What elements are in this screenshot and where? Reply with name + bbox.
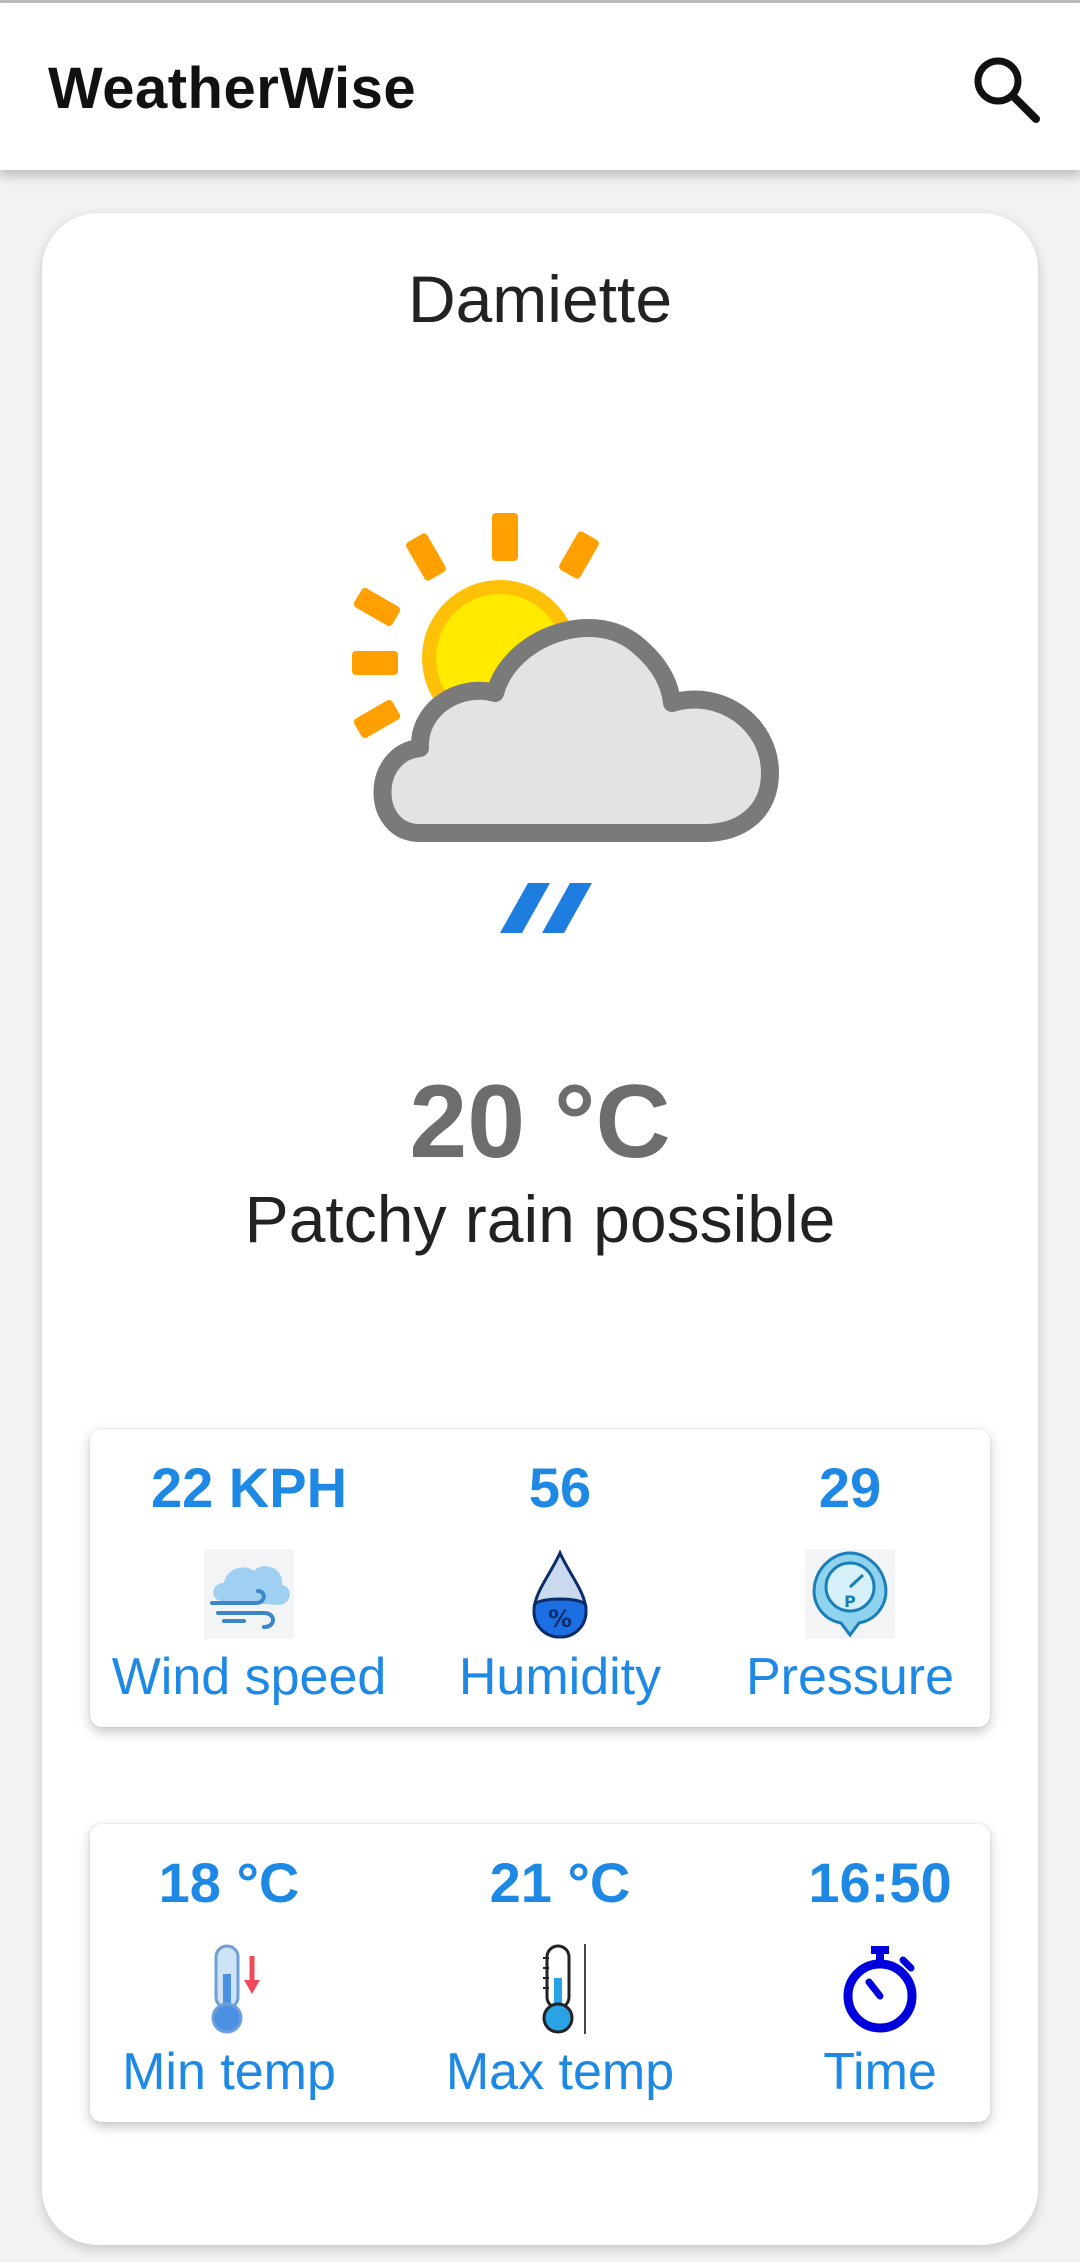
search-button[interactable] [968, 51, 1044, 127]
wind-speed-value: 22 KPH [150, 1456, 348, 1519]
humidity-value: 56 [528, 1456, 592, 1519]
max-temp-value: 21 °C [489, 1851, 631, 1914]
current-temperature: 20 °C [409, 1064, 671, 1180]
min-temp-value: 18 °C [158, 1851, 300, 1914]
sun-cloud-rain-icon [300, 493, 820, 953]
stats-row-conditions: 22 KPH Wind speed 56 % Humidity 29 P Pre… [90, 1429, 990, 1727]
wind-speed-label: Wind speed [111, 1648, 387, 1706]
svg-text:P: P [844, 1592, 856, 1611]
pressure-gauge-icon: P [805, 1549, 895, 1639]
thermometer-high-icon [515, 1944, 605, 2034]
humidity-drop-icon: % [514, 1549, 604, 1639]
stats-row-temperatures: 18 °C Min temp 21 °C Max temp 16:50 Time [90, 1824, 990, 2122]
pressure-value: 29 [818, 1456, 882, 1519]
pressure-label: Pressure [745, 1648, 955, 1706]
humidity-label: Humidity [458, 1648, 662, 1706]
time-label: Time [823, 2043, 937, 2101]
max-temp-stat: 21 °C Max temp [430, 1824, 690, 2122]
time-value: 16:50 [808, 1851, 952, 1914]
min-temp-label: Min temp [122, 2043, 336, 2101]
app-title: WeatherWise [48, 56, 417, 121]
svg-text:%: % [548, 1605, 572, 1633]
city-name: Damiette [407, 262, 673, 336]
search-icon [974, 57, 1040, 123]
stopwatch-icon [835, 1944, 925, 2034]
pressure-stat: 29 P Pressure [720, 1429, 980, 1727]
time-stat: 16:50 Time [770, 1824, 990, 2122]
min-temp-stat: 18 °C Min temp [104, 1824, 354, 2122]
app-bar: WeatherWise [0, 3, 1080, 170]
weather-card: Damiette 20 °C Patchy rain possible 22 K… [42, 213, 1038, 2245]
max-temp-label: Max temp [445, 2043, 675, 2101]
weather-condition: Patchy rain possible [244, 1182, 836, 1256]
wind-speed-stat: 22 KPH Wind speed [104, 1429, 394, 1727]
humidity-stat: 56 % Humidity [410, 1429, 710, 1727]
thermometer-low-icon [184, 1944, 274, 2034]
wind-icon [204, 1549, 294, 1639]
